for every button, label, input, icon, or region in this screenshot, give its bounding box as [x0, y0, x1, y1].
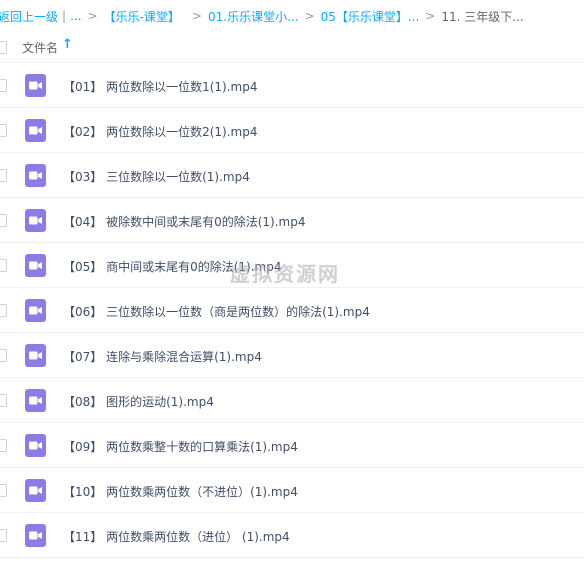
file-row[interactable]: 【07】 连除与乘除混合运算(1).mp4: [0, 333, 584, 378]
file-row[interactable]: 【04】 被除数中间或末尾有0的除法(1).mp4: [0, 198, 584, 243]
video-file-icon: [25, 209, 46, 232]
file-row[interactable]: 【02】 两位数除以一位数2(1).mp4: [0, 108, 584, 153]
video-file-icon: [25, 524, 46, 547]
file-name[interactable]: 【03】 三位数除以一位数(1).mp4: [63, 168, 250, 185]
video-file-icon: [25, 119, 46, 142]
file-row[interactable]: 【08】 图形的运动(1).mp4: [0, 378, 584, 423]
file-row[interactable]: 【09】 两位数乘整十数的口算乘法(1).mp4: [0, 423, 584, 468]
file-row[interactable]: 【01】 两位数除以一位数1(1).mp4: [0, 63, 584, 108]
breadcrumb-chevron: >: [191, 9, 202, 23]
row-checkbox[interactable]: [0, 304, 7, 317]
sort-ascending-icon[interactable]: ↑: [62, 37, 73, 52]
file-row[interactable]: 【10】 两位数乘两位数（不进位）(1).mp4: [0, 468, 584, 513]
file-row[interactable]: 【06】 三位数除以一位数（商是两位数）的除法(1).mp4: [0, 288, 584, 333]
breadcrumb-chevron: >: [87, 9, 98, 23]
file-name[interactable]: 【07】 连除与乘除混合运算(1).mp4: [63, 348, 262, 365]
file-name[interactable]: 【01】 两位数除以一位数1(1).mp4: [63, 78, 257, 95]
row-checkbox[interactable]: [0, 259, 7, 272]
file-name[interactable]: 【05】 商中间或末尾有0的除法(1).mp4: [63, 258, 281, 275]
file-row[interactable]: 【11】 两位数乘两位数（进位） (1).mp4: [0, 513, 584, 558]
row-checkbox[interactable]: [0, 124, 7, 137]
select-all-checkbox[interactable]: [0, 41, 7, 54]
video-file-icon: [25, 299, 46, 322]
back-link[interactable]: 返回上一级: [0, 8, 58, 25]
video-file-icon: [25, 389, 46, 412]
row-checkbox[interactable]: [0, 214, 7, 227]
video-file-icon: [25, 254, 46, 277]
file-name[interactable]: 【02】 两位数除以一位数2(1).mp4: [63, 123, 257, 140]
row-checkbox[interactable]: [0, 169, 7, 182]
row-checkbox[interactable]: [0, 349, 7, 362]
file-name[interactable]: 【04】 被除数中间或末尾有0的除法(1).mp4: [63, 213, 305, 230]
breadcrumb: 返回上一级 | ... > 【乐乐-课堂】 > 01.乐乐课堂小... > 05…: [0, 0, 584, 32]
breadcrumb-item-05[interactable]: 05【乐乐课堂】...: [321, 8, 420, 25]
breadcrumb-chevron: >: [304, 9, 315, 23]
breadcrumb-divider: |: [62, 9, 67, 23]
file-list-header: 文件名 ↑: [0, 32, 584, 63]
row-checkbox[interactable]: [0, 79, 7, 92]
file-name[interactable]: 【09】 两位数乘整十数的口算乘法(1).mp4: [63, 438, 298, 455]
video-file-icon: [25, 74, 46, 97]
row-checkbox[interactable]: [0, 439, 7, 452]
video-file-icon: [25, 164, 46, 187]
row-checkbox[interactable]: [0, 394, 7, 407]
video-file-icon: [25, 344, 46, 367]
file-list: 【01】 两位数除以一位数1(1).mp4 【02】 两位数除以一位数2(1).…: [0, 63, 584, 558]
breadcrumb-item-01[interactable]: 01.乐乐课堂小...: [208, 8, 299, 25]
video-file-icon: [25, 479, 46, 502]
column-header-filename[interactable]: 文件名: [22, 39, 58, 56]
file-name[interactable]: 【11】 两位数乘两位数（进位） (1).mp4: [63, 528, 290, 545]
breadcrumb-ellipsis[interactable]: ...: [70, 9, 81, 23]
video-file-icon: [25, 434, 46, 457]
file-row[interactable]: 【05】 商中间或末尾有0的除法(1).mp4: [0, 243, 584, 288]
breadcrumb-item-lele-class[interactable]: 【乐乐-课堂】: [104, 8, 180, 25]
breadcrumb-current: 11. 三年级下...: [441, 9, 524, 24]
breadcrumb-chevron: >: [425, 9, 436, 23]
file-name[interactable]: 【08】 图形的运动(1).mp4: [63, 393, 214, 410]
file-name[interactable]: 【10】 两位数乘两位数（不进位）(1).mp4: [63, 483, 298, 500]
file-row[interactable]: 【03】 三位数除以一位数(1).mp4: [0, 153, 584, 198]
file-name[interactable]: 【06】 三位数除以一位数（商是两位数）的除法(1).mp4: [63, 303, 370, 320]
row-checkbox[interactable]: [0, 529, 7, 542]
row-checkbox[interactable]: [0, 484, 7, 497]
